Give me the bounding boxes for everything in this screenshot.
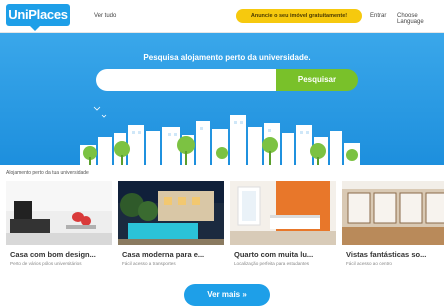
listings-caption: Alojamento perto da tua universidade [6, 170, 89, 176]
listing-photo[interactable] [342, 181, 444, 245]
listing-subtitle: Localização perfeita para estudantes [234, 261, 310, 266]
top-navigation-bar: UniPlaces Ver tudo Anuncie o seu imóvel … [0, 0, 444, 33]
search-button[interactable]: Pesquisar [276, 69, 358, 91]
listing-title[interactable]: Vistas fantásticas so... [346, 250, 426, 259]
listing-title[interactable]: Casa moderna para e... [122, 250, 204, 259]
listing-subtitle: Fácil acesso ao centro [346, 261, 392, 266]
listing-subtitle: Fácil acesso a transportes [122, 261, 176, 266]
university-search-input[interactable] [96, 69, 276, 91]
see-more-button[interactable]: Ver mais » [184, 284, 270, 306]
hero-banner: Pesquisa alojamento perto da universidad… [0, 33, 444, 165]
see-all-link[interactable]: Ver tudo [94, 13, 116, 19]
listing-card[interactable]: Casa com bom design... Perto de vários p… [6, 181, 112, 277]
listing-title[interactable]: Quarto com muita lu... [234, 250, 313, 259]
uniplaces-logo[interactable]: UniPlaces [6, 4, 70, 31]
hero-title: Pesquisa alojamento perto da universidad… [143, 53, 311, 62]
listing-subtitle: Perto de vários pólos universitários [10, 261, 82, 266]
listing-photo[interactable] [6, 181, 112, 245]
language-selector[interactable]: Choose Language [397, 13, 444, 25]
listing-card[interactable]: Quarto com muita lu... Localização perfe… [230, 181, 336, 277]
listing-photo[interactable] [118, 181, 224, 245]
listing-card[interactable]: Casa moderna para e... Fácil acesso a tr… [118, 181, 224, 277]
listing-title[interactable]: Casa com bom design... [10, 250, 96, 259]
listing-card[interactable]: Vistas fantásticas so... Fácil acesso ao… [342, 181, 444, 277]
listing-photo[interactable] [230, 181, 336, 245]
login-link[interactable]: Entrar [370, 13, 386, 19]
list-property-button[interactable]: Anuncie o seu imóvel gratuitamente! [236, 9, 362, 23]
